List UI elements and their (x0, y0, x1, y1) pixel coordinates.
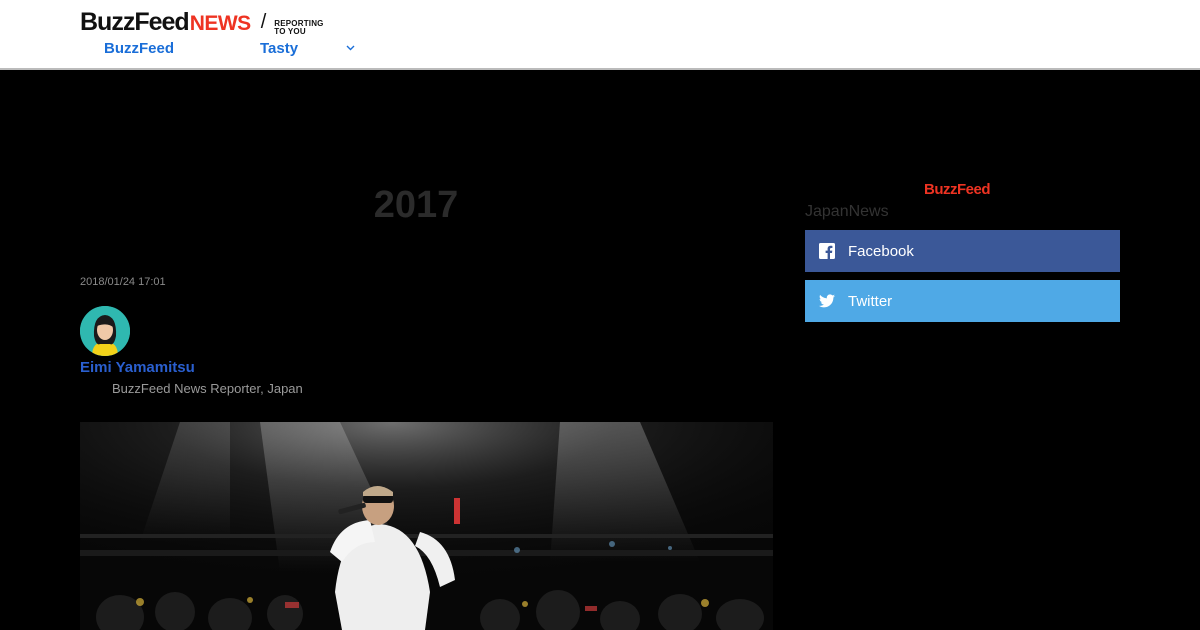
tagline-line-2: TO YOU (274, 27, 306, 36)
logo-tagline: REPORTING TO YOU (274, 20, 323, 36)
nav-link-tasty[interactable]: Tasty (260, 40, 298, 57)
author-avatar[interactable] (80, 306, 130, 356)
facebook-icon (819, 243, 835, 259)
nav-link-buzzfeed[interactable]: BuzzFeed (104, 40, 174, 57)
share-twitter-button[interactable]: Twitter (805, 280, 1120, 322)
site-header: BuzzFeed NEWS / REPORTING TO YOU BuzzFee… (0, 0, 1200, 70)
article-headline: 2017 (373, 184, 459, 226)
author-role: BuzzFeed News Reporter, Japan (112, 381, 303, 396)
share-facebook-label: Facebook (848, 242, 914, 260)
site-logo[interactable]: BuzzFeed NEWS / REPORTING TO YOU (80, 8, 324, 40)
logo-news-text: NEWS (189, 12, 252, 35)
twitter-icon (819, 293, 835, 309)
sidebar-buzzfeed-logo[interactable]: BuzzFeed (924, 181, 991, 198)
logo-slash: / (260, 11, 267, 33)
top-nav: BuzzFeed Tasty (0, 40, 1200, 60)
author-name-link[interactable]: Eimi Yamamitsu (80, 359, 195, 376)
article-hero-photo (80, 422, 773, 630)
sidebar-label: JapanNews (805, 203, 889, 220)
share-facebook-button[interactable]: Facebook (805, 230, 1120, 272)
logo-buzzfeed-text: BuzzFeed (80, 8, 190, 36)
article-main: 2017 2018/01/24 17:01 Eimi Yamamitsu Buz… (0, 72, 1200, 630)
article-timestamp: 2018/01/24 17:01 (80, 276, 166, 288)
chevron-down-icon[interactable] (346, 43, 355, 54)
share-twitter-label: Twitter (848, 292, 893, 310)
